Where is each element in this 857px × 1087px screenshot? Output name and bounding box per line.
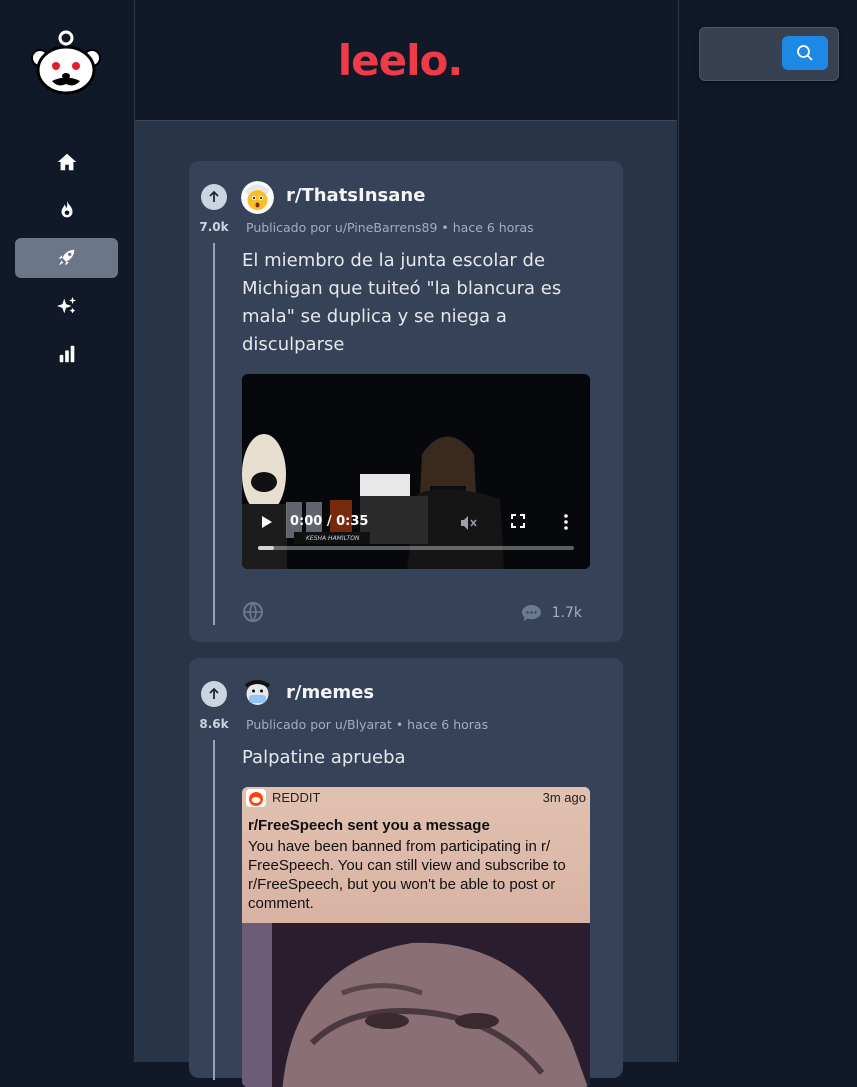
- brand-logo[interactable]: leelo.: [338, 36, 464, 85]
- notification-screenshot: REDDIT 3m ago r/FreeSpeech sent you a me…: [242, 787, 590, 923]
- post-card[interactable]: 7.0k r/ThatsInsane Publicado por u/PineB…: [189, 161, 623, 642]
- post-byline: Publicado por u/PineBarrens89 • hace 6 h…: [246, 220, 534, 235]
- notification-title: r/FreeSpeech sent you a message: [248, 817, 490, 834]
- mascot-logo-icon[interactable]: [30, 28, 102, 96]
- search-input[interactable]: [708, 38, 782, 70]
- video-player[interactable]: 0:00 / 0:35 KESHA HAMILTON: [242, 374, 590, 569]
- rocket-icon: [58, 249, 74, 266]
- mute-icon[interactable]: [458, 513, 478, 533]
- post-byline: Publicado por u/Blyarat • hace 6 horas: [246, 717, 489, 732]
- search-bar: [699, 27, 839, 81]
- vote-count: 7.0k: [199, 220, 229, 234]
- sidebar-item-home[interactable]: [15, 142, 118, 182]
- header: leelo.: [135, 0, 677, 121]
- subreddit-avatar[interactable]: [241, 678, 274, 711]
- sidebar-item-new[interactable]: [15, 238, 118, 278]
- vote-count: 8.6k: [199, 717, 229, 731]
- thread-line: [213, 740, 215, 1080]
- arrow-up-icon: [209, 190, 219, 202]
- notification-app-name: REDDIT: [272, 790, 321, 805]
- home-icon: [57, 153, 76, 171]
- search-button[interactable]: [782, 36, 828, 70]
- sidebar: [0, 0, 135, 1062]
- notification-time: 3m ago: [542, 790, 586, 805]
- subreddit-name[interactable]: r/memes: [286, 682, 374, 703]
- sidebar-item-top[interactable]: [15, 334, 118, 374]
- sidebar-item-hot[interactable]: [15, 190, 118, 230]
- comment-icon: [521, 605, 541, 621]
- search-icon: [797, 45, 813, 61]
- palpatine-image: [242, 923, 590, 1087]
- feed-column: leelo. 7.0k r/ThatsInsane Publicado por …: [135, 0, 677, 1087]
- subreddit-avatar[interactable]: [241, 181, 274, 214]
- globe-icon[interactable]: [242, 601, 264, 623]
- video-progress-fill: [258, 546, 274, 550]
- fullscreen-icon[interactable]: [510, 513, 526, 529]
- bar-chart-icon: [59, 345, 74, 363]
- post-title[interactable]: El miembro de la junta escolar de Michig…: [242, 247, 592, 359]
- subreddit-name[interactable]: r/ThatsInsane: [286, 185, 425, 206]
- more-options-icon[interactable]: [560, 513, 572, 531]
- arrow-up-icon: [209, 687, 219, 699]
- video-progress-bar[interactable]: [258, 546, 574, 550]
- video-caption: KESHA HAMILTON: [306, 535, 360, 542]
- video-frame: [242, 374, 590, 569]
- fire-icon: [61, 200, 72, 218]
- comment-count: 1.7k: [551, 605, 582, 621]
- play-icon[interactable]: [258, 513, 276, 531]
- post-image[interactable]: REDDIT 3m ago r/FreeSpeech sent you a me…: [242, 787, 590, 1087]
- notification-body: You have been banned from participating …: [248, 838, 566, 912]
- post-title[interactable]: Palpatine aprueba: [242, 744, 592, 772]
- right-column: [678, 0, 857, 1062]
- upvote-button[interactable]: [201, 681, 227, 707]
- video-time: 0:00 / 0:35: [290, 514, 369, 529]
- upvote-button[interactable]: [201, 184, 227, 210]
- reddit-app-icon: [246, 789, 266, 807]
- sidebar-item-best[interactable]: [15, 286, 118, 326]
- post-actions: 1.7k: [242, 601, 590, 625]
- post-card[interactable]: 8.6k r/memes Publicado por u/Blyarat • h…: [189, 658, 623, 1087]
- comments-link[interactable]: 1.7k: [521, 603, 582, 623]
- thread-line: [213, 243, 215, 625]
- sparkles-icon: [56, 296, 76, 314]
